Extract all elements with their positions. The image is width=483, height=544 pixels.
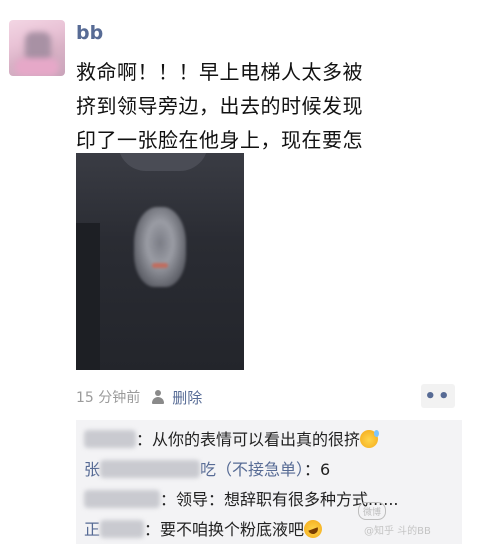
comment-row[interactable]: ：领导：想辞职有很多种方式...... — [84, 486, 399, 510]
lip-mark — [152, 263, 168, 268]
weibo-watermark-logo: 微博 — [358, 502, 386, 520]
comment-text: ：6 — [304, 460, 331, 479]
face-print-mark — [134, 207, 186, 287]
post-meta-row: 15 分钟前 删除 — [76, 386, 202, 408]
avatar-blur-bottom — [15, 58, 59, 76]
rolling-laugh-icon — [301, 517, 325, 541]
blurred-commenter-name — [84, 490, 160, 508]
user-avatar[interactable] — [9, 20, 65, 76]
delete-label: 删除 — [172, 388, 203, 407]
privacy-person-icon — [150, 390, 166, 404]
jacket-side-shadow — [76, 223, 100, 370]
blurred-commenter-name — [100, 460, 201, 478]
blurred-commenter-name — [84, 430, 136, 448]
commenter-name-initial: 张 — [84, 460, 101, 479]
post-photo[interactable] — [76, 153, 244, 370]
delete-button[interactable]: 删除 — [150, 387, 202, 408]
watermark-handle: @知乎 斗的BB — [364, 526, 431, 537]
comment-row[interactable]: 张 吃（不接急单）：6 — [84, 456, 330, 480]
post-username[interactable]: bb — [76, 22, 103, 44]
blurred-commenter-name — [100, 520, 145, 538]
comment-text: ：要不咱换个粉底液吧 — [144, 520, 305, 539]
comment-row[interactable]: ：从你的表情可以看出真的很挤 — [84, 426, 380, 450]
comment-text: ：从你的表情可以看出真的很挤 — [136, 430, 361, 449]
commenter-name-suffix: 吃（不接急单） — [200, 460, 305, 479]
commenter-name-initial: 正 — [84, 520, 101, 539]
comment-row[interactable]: 正 ：要不咱换个粉底液吧 — [84, 516, 325, 541]
more-actions-button[interactable]: •• — [421, 384, 455, 408]
sweat-smile-icon — [360, 430, 380, 448]
post-time: 15 分钟前 — [76, 390, 141, 406]
